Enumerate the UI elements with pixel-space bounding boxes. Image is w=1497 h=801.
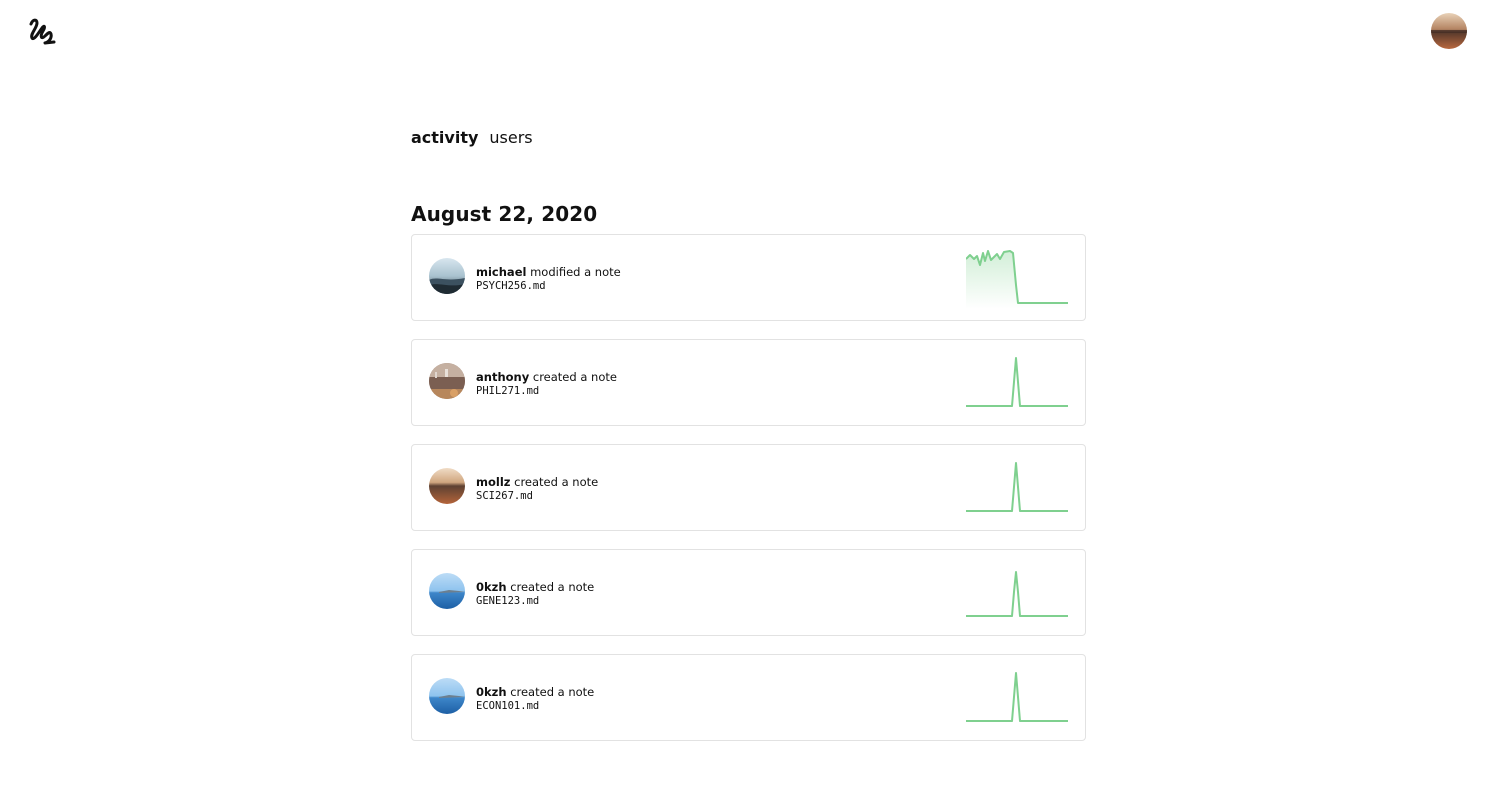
activity-text: 0kzh created a note GENE123.md: [476, 580, 594, 608]
activity-text: mollz created a note SCI267.md: [476, 475, 598, 503]
logo-icon[interactable]: [27, 16, 57, 46]
sea-photo-avatar: [429, 678, 465, 714]
page: activity users August 22, 2020 michael m…: [0, 0, 1497, 801]
tab-bar: activity users: [411, 128, 1086, 154]
activity-file[interactable]: PSYCH256.md: [476, 279, 621, 293]
activity-file[interactable]: PHIL271.md: [476, 384, 617, 398]
activity-action: created a note: [514, 475, 599, 489]
activity-user[interactable]: anthony: [476, 370, 529, 384]
activity-action: modified a note: [530, 265, 621, 279]
activity-card[interactable]: mollz created a note SCI267.md: [411, 444, 1086, 531]
activity-text: anthony created a note PHIL271.md: [476, 370, 617, 398]
activity-list: michael modified a note PSYCH256.md anth…: [411, 234, 1086, 741]
activity-card[interactable]: anthony created a note PHIL271.md: [411, 339, 1086, 426]
activity-action: created a note: [510, 685, 595, 699]
activity-text: 0kzh created a note ECON101.md: [476, 685, 594, 713]
tab-activity[interactable]: activity: [411, 128, 478, 147]
activity-action: created a note: [510, 580, 595, 594]
activity-sparkline: [966, 571, 1068, 617]
activity-card[interactable]: 0kzh created a note GENE123.md: [411, 549, 1086, 636]
activity-sparkline: [966, 357, 1068, 407]
activity-user[interactable]: mollz: [476, 475, 510, 489]
date-heading: August 22, 2020: [411, 202, 598, 226]
activity-card[interactable]: michael modified a note PSYCH256.md: [411, 234, 1086, 321]
sea-photo-avatar: [429, 573, 465, 609]
activity-sparkline: [966, 462, 1068, 512]
activity-file[interactable]: ECON101.md: [476, 699, 594, 713]
activity-action: created a note: [532, 370, 617, 384]
activity-user[interactable]: michael: [476, 265, 526, 279]
activity-sparkline: [966, 672, 1068, 722]
activity-text: michael modified a note PSYCH256.md: [476, 265, 621, 293]
activity-user[interactable]: 0kzh: [476, 580, 507, 594]
tab-users[interactable]: users: [489, 128, 532, 147]
room-photo-avatar: [429, 363, 465, 399]
sunset-photo-avatar: [429, 468, 465, 504]
profile-avatar[interactable]: [1431, 13, 1467, 49]
activity-sparkline: [966, 250, 1068, 309]
activity-file[interactable]: SCI267.md: [476, 489, 598, 503]
activity-card[interactable]: 0kzh created a note ECON101.md: [411, 654, 1086, 741]
coast-photo-avatar: [429, 258, 465, 294]
main-content: activity users August 22, 2020 michael m…: [411, 128, 1086, 759]
activity-user[interactable]: 0kzh: [476, 685, 507, 699]
activity-file[interactable]: GENE123.md: [476, 594, 594, 608]
